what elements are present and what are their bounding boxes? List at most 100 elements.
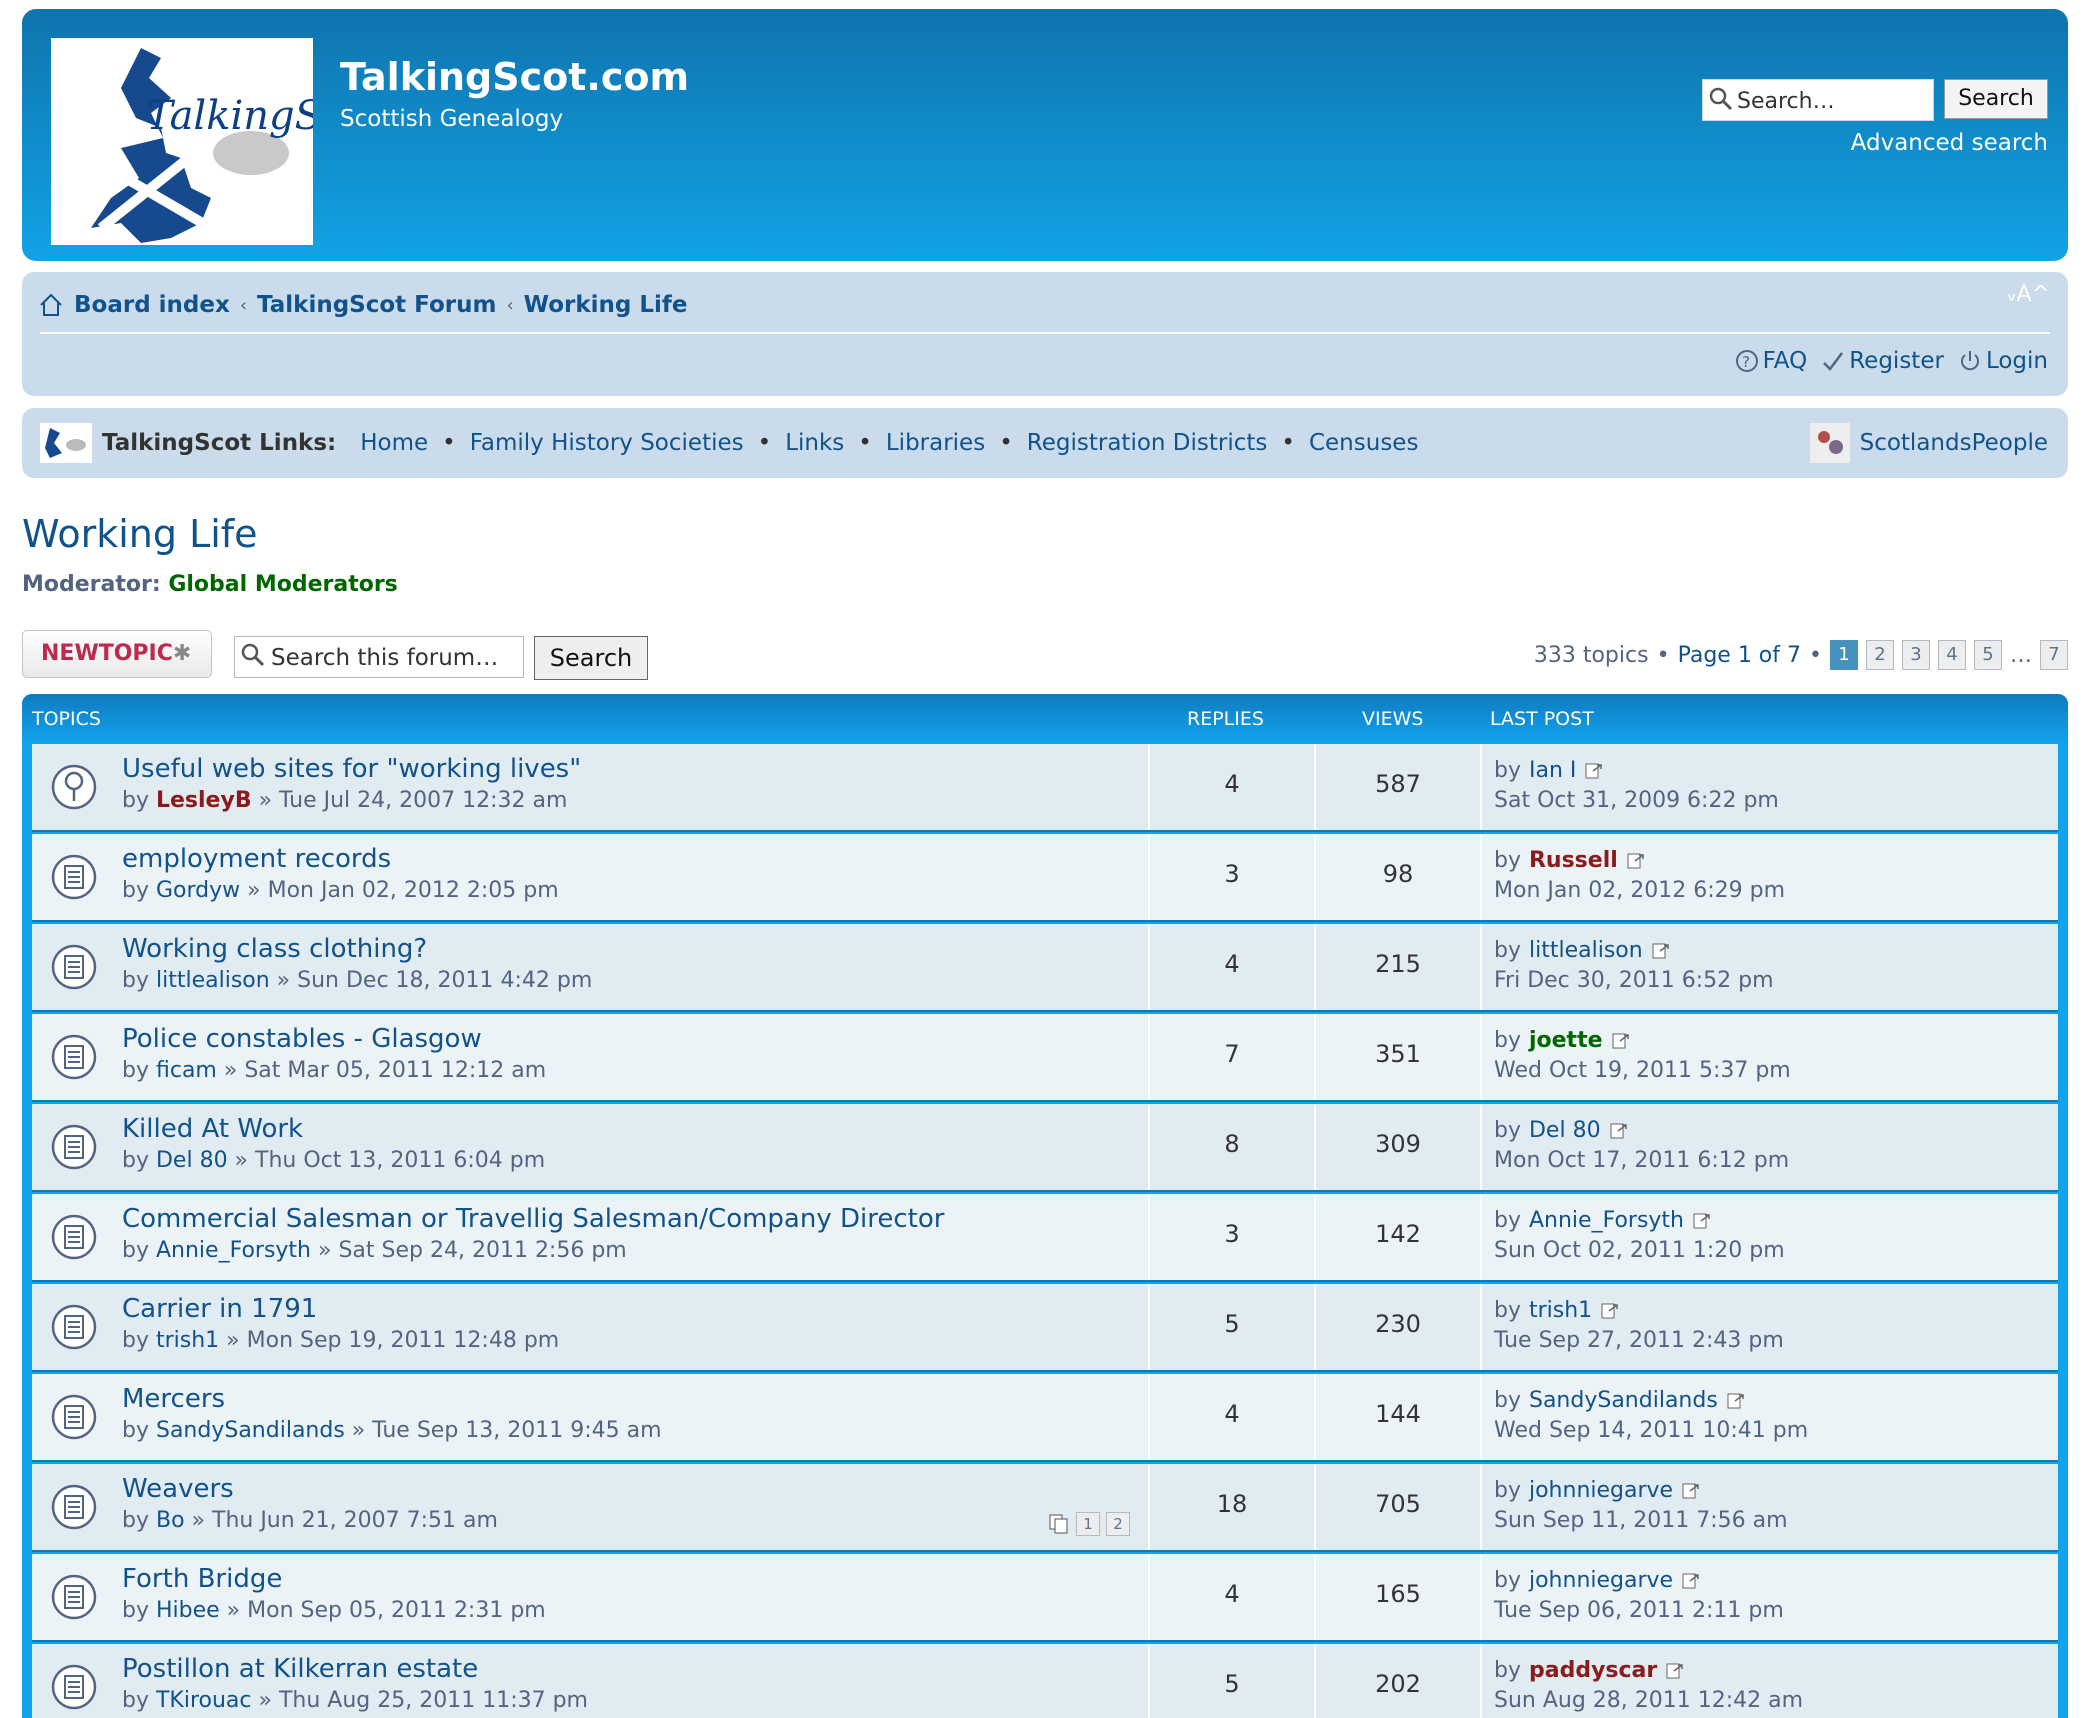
- topic-author[interactable]: Annie_Forsyth: [156, 1238, 311, 1263]
- header-search-button[interactable]: Search: [1944, 79, 2048, 119]
- last-post-author-line: by littlealison: [1494, 938, 1671, 963]
- advanced-search-link[interactable]: Advanced search: [1851, 130, 2048, 156]
- topic-row[interactable]: Working class clothing? by littlealison »…: [32, 924, 2058, 1012]
- page-4[interactable]: 4: [1938, 640, 1966, 670]
- topic-row[interactable]: Postillon at Kilkerran estate by TKirouac…: [32, 1644, 2058, 1718]
- last-post-author[interactable]: SandySandilands: [1529, 1388, 1718, 1413]
- topic-author[interactable]: Hibee: [156, 1598, 220, 1623]
- topic-title[interactable]: Commercial Salesman or Travellig Salesma…: [122, 1204, 944, 1234]
- last-post-author[interactable]: Russell: [1529, 848, 1618, 873]
- topic-author[interactable]: Del 80: [156, 1148, 228, 1173]
- page-2[interactable]: 2: [1866, 640, 1894, 670]
- last-post-author-line: by Del 80: [1494, 1118, 1629, 1143]
- topic-date: Tue Sep 13, 2011 9:45 am: [372, 1418, 662, 1443]
- link-censuses[interactable]: Censuses: [1309, 430, 1418, 456]
- last-post-author[interactable]: paddyscar: [1529, 1658, 1657, 1683]
- topic-row[interactable]: Forth Bridge by Hibee » Mon Sep 05, 2011 …: [32, 1554, 2058, 1642]
- last-post-author[interactable]: Annie_Forsyth: [1529, 1208, 1684, 1233]
- topic-page-1[interactable]: 1: [1076, 1512, 1100, 1536]
- page-3[interactable]: 3: [1902, 640, 1930, 670]
- last-post-author[interactable]: trish1: [1529, 1298, 1592, 1323]
- topic-page-2[interactable]: 2: [1106, 1512, 1130, 1536]
- site-title[interactable]: TalkingScot.com: [340, 55, 689, 99]
- topic-row[interactable]: Carrier in 1791 by trish1 » Mon Sep 19, 2…: [32, 1284, 2058, 1372]
- topic-meta: by Gordyw » Mon Jan 02, 2012 2:05 pm: [122, 878, 559, 903]
- link-family-history-societies[interactable]: Family History Societies: [470, 430, 744, 456]
- forum-search-button[interactable]: Search: [534, 636, 648, 680]
- view-latest-post-icon[interactable]: [1651, 941, 1671, 961]
- scotlandspeople-link[interactable]: ScotlandsPeople: [1809, 408, 2048, 478]
- login-link[interactable]: Login: [1958, 348, 2048, 374]
- topic-title[interactable]: Forth Bridge: [122, 1564, 282, 1594]
- topic-views: 351: [1375, 1040, 1421, 1068]
- topic-row[interactable]: Police constables - Glasgow by ficam » Sa…: [32, 1014, 2058, 1102]
- view-latest-post-icon[interactable]: [1665, 1661, 1685, 1681]
- topic-row[interactable]: employment records by Gordyw » Mon Jan 02…: [32, 834, 2058, 922]
- register-link[interactable]: Register: [1821, 348, 1944, 374]
- topic-author[interactable]: trish1: [156, 1328, 219, 1353]
- moderator-link[interactable]: Global Moderators: [168, 572, 397, 597]
- topic-row[interactable]: Killed At Work by Del 80 » Thu Oct 13, 20…: [32, 1104, 2058, 1192]
- link-registration-districts[interactable]: Registration Districts: [1027, 430, 1268, 456]
- page-last[interactable]: 7: [2040, 640, 2068, 670]
- topic-author[interactable]: LesleyB: [156, 788, 252, 813]
- topic-title[interactable]: Carrier in 1791: [122, 1294, 317, 1324]
- last-post-author[interactable]: Ian I: [1529, 758, 1576, 783]
- topic-title[interactable]: Useful web sites for "working lives": [122, 754, 581, 784]
- topic-title[interactable]: Killed At Work: [122, 1114, 303, 1144]
- new-topic-button[interactable]: NEWTOPIC✱: [22, 630, 212, 678]
- page-1[interactable]: 1: [1830, 640, 1858, 670]
- forum-title[interactable]: Working Life: [22, 512, 258, 556]
- header-search-input[interactable]: Search…: [1702, 79, 1934, 121]
- header-last-post: LAST POST: [1490, 708, 1594, 730]
- breadcrumb-current[interactable]: Working Life: [524, 292, 688, 318]
- view-latest-post-icon[interactable]: [1584, 761, 1604, 781]
- site-logo[interactable]: TalkingScot: [51, 38, 313, 245]
- view-latest-post-icon[interactable]: [1681, 1481, 1701, 1501]
- last-post-author[interactable]: joette: [1529, 1028, 1603, 1053]
- view-latest-post-icon[interactable]: [1726, 1391, 1746, 1411]
- view-latest-post-icon[interactable]: [1681, 1571, 1701, 1591]
- faq-link[interactable]: ? FAQ: [1735, 348, 1807, 374]
- last-post-author[interactable]: Del 80: [1529, 1118, 1601, 1143]
- topic-author[interactable]: ficam: [156, 1058, 217, 1083]
- link-home[interactable]: Home: [360, 430, 428, 456]
- view-latest-post-icon[interactable]: [1611, 1031, 1631, 1051]
- topic-author[interactable]: Gordyw: [156, 878, 240, 903]
- topic-title[interactable]: Weavers: [122, 1474, 234, 1504]
- topic-title[interactable]: Postillon at Kilkerran estate: [122, 1654, 478, 1684]
- topic-author[interactable]: Bo: [156, 1508, 185, 1533]
- header-views: VIEWS: [1362, 708, 1424, 730]
- view-latest-post-icon[interactable]: [1692, 1211, 1712, 1231]
- header-topics: TOPICS: [32, 708, 101, 730]
- topic-title[interactable]: employment records: [122, 844, 391, 874]
- topic-author[interactable]: SandySandilands: [156, 1418, 345, 1443]
- page-info[interactable]: Page 1 of 7: [1678, 643, 1801, 668]
- topic-row[interactable]: Mercers by SandySandilands » Tue Sep 13, …: [32, 1374, 2058, 1462]
- font-size-control[interactable]: ᵥA^: [2007, 282, 2050, 307]
- topic-date: Sat Mar 05, 2011 12:12 am: [244, 1058, 547, 1083]
- topic-row[interactable]: Commercial Salesman or Travellig Salesma…: [32, 1194, 2058, 1282]
- topic-row[interactable]: Weavers by Bo » Thu Jun 21, 2007 7:51 am 1…: [32, 1464, 2058, 1552]
- topic-row[interactable]: Useful web sites for "working lives" by L…: [32, 744, 2058, 832]
- link-libraries[interactable]: Libraries: [886, 430, 985, 456]
- last-post-author-line: by joette: [1494, 1028, 1631, 1053]
- last-post-author[interactable]: johnniegarve: [1529, 1568, 1673, 1593]
- view-latest-post-icon[interactable]: [1626, 851, 1646, 871]
- topic-title[interactable]: Police constables - Glasgow: [122, 1024, 482, 1054]
- last-post-author[interactable]: johnniegarve: [1529, 1478, 1673, 1503]
- topic-author[interactable]: TKirouac: [156, 1688, 252, 1713]
- view-latest-post-icon[interactable]: [1609, 1121, 1629, 1141]
- breadcrumb-forum[interactable]: TalkingScot Forum: [257, 292, 496, 318]
- last-post-author[interactable]: littlealison: [1529, 938, 1643, 963]
- topic-title[interactable]: Working class clothing?: [122, 934, 427, 964]
- topic-replies: 5: [1224, 1310, 1240, 1338]
- breadcrumb-board-index[interactable]: Board index: [74, 292, 230, 318]
- view-latest-post-icon[interactable]: [1600, 1301, 1620, 1321]
- topic-title[interactable]: Mercers: [122, 1384, 225, 1414]
- page-5[interactable]: 5: [1974, 640, 2002, 670]
- topic-author[interactable]: littlealison: [156, 968, 270, 993]
- link-links[interactable]: Links: [785, 430, 844, 456]
- last-post-author-line: by johnniegarve: [1494, 1478, 1701, 1503]
- forum-search-input[interactable]: Search this forum…: [234, 636, 524, 678]
